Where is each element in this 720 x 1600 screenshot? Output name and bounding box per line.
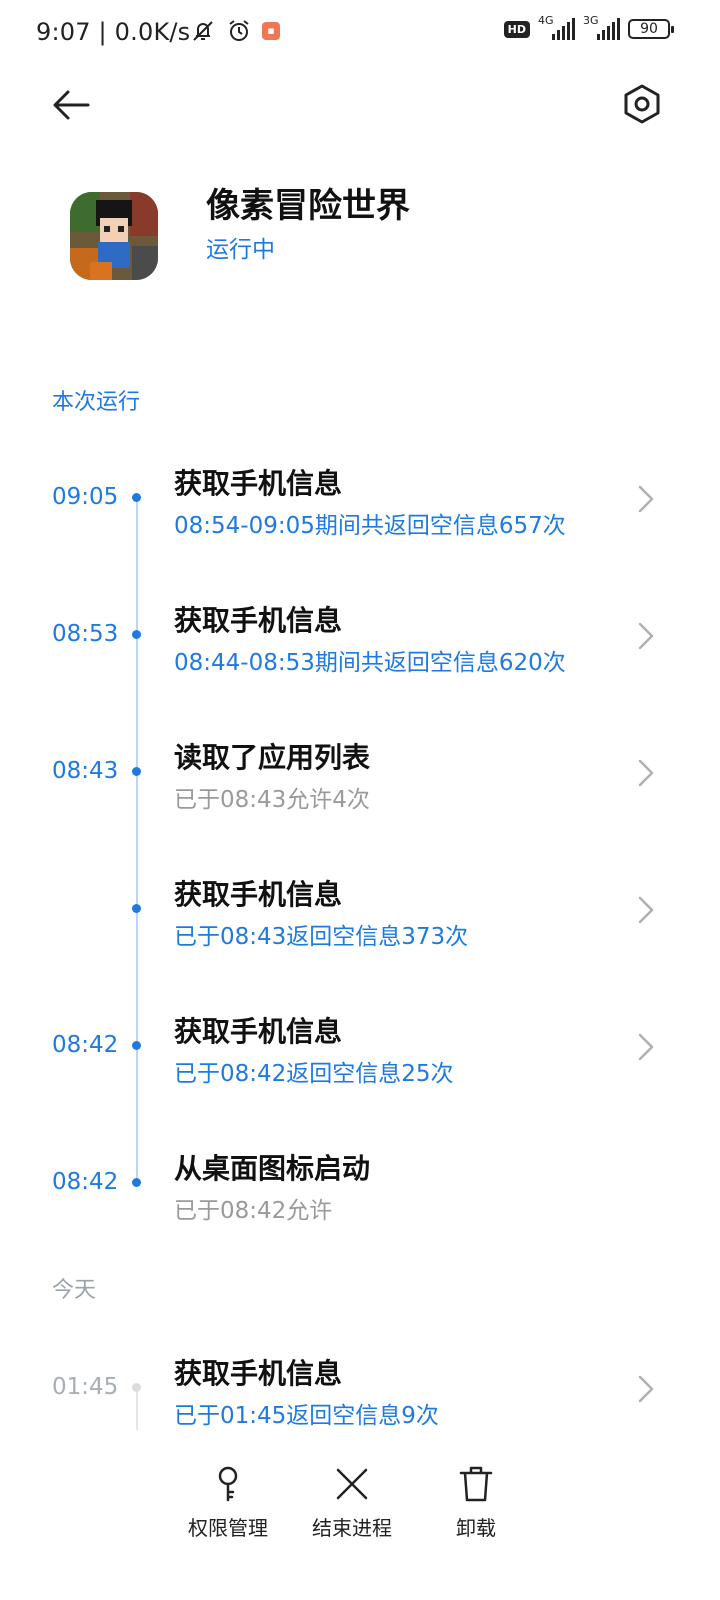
battery-level: 90: [640, 21, 658, 37]
timeline-entry[interactable]: 08:42 获取手机信息 已于08:42返回空信息25次: [0, 1010, 720, 1130]
battery-icon: 90: [628, 19, 674, 39]
bottom-action-bar: 权限管理 结束进程 卸载: [0, 1450, 720, 1600]
status-bar: 9:07 | 0.0K/s ▪ HD 4G 3G 90: [0, 0, 720, 68]
permissions-button[interactable]: 权限管理: [168, 1464, 288, 1541]
timeline-entry[interactable]: 09:05 获取手机信息 08:54-09:05期间共返回空信息657次: [0, 462, 720, 582]
entry-title: 读取了应用列表: [174, 741, 371, 774]
chevron-right-icon: [638, 759, 654, 787]
chevron-right-icon: [638, 485, 654, 513]
uninstall-label: 卸载: [456, 1516, 496, 1540]
entry-time: 08:42: [52, 1169, 119, 1195]
hd-badge: HD: [503, 20, 530, 38]
end-process-label: 结束进程: [312, 1516, 392, 1540]
chevron-right-icon: [638, 896, 654, 924]
entry-title: 获取手机信息: [174, 1357, 343, 1390]
alarm-icon: [229, 20, 249, 41]
entry-time: 08:53: [52, 621, 119, 647]
entry-subtitle: 已于08:42返回空信息25次: [174, 1061, 454, 1087]
entry-time: 09:05: [52, 484, 119, 510]
chevron-right-icon: [638, 622, 654, 650]
entry-title: 从桌面图标启动: [174, 1152, 371, 1185]
sim2-network-type: 3G: [583, 14, 599, 27]
clock-text: 9:07: [36, 18, 91, 46]
status-time: 9:07 | 0.0K/s: [36, 18, 190, 46]
entry-subtitle: 已于01:45返回空信息9次: [174, 1403, 439, 1429]
timeline-dot: [132, 1383, 141, 1392]
entry-subtitle: 已于08:43允许4次: [174, 787, 370, 813]
sim1-network-type: 4G: [538, 14, 554, 27]
arrow-left-icon[interactable]: [50, 84, 92, 126]
app-name: 像素冒险世界: [206, 186, 410, 226]
app-icon-artwork: [70, 192, 158, 280]
entry-time: 08:43: [52, 758, 119, 784]
entry-title: 获取手机信息: [174, 1015, 343, 1048]
app-icon: [70, 192, 158, 280]
uninstall-button[interactable]: 卸载: [416, 1464, 536, 1541]
status-right-icons: HD 4G 3G 90: [503, 14, 674, 40]
timeline-entry: 08:42 从桌面图标启动 已于08:42允许: [0, 1147, 720, 1267]
key-icon: [218, 1466, 238, 1502]
timeline-entry[interactable]: 获取手机信息 已于08:43返回空信息373次: [0, 873, 720, 993]
entry-subtitle: 08:44-08:53期间共返回空信息620次: [174, 650, 566, 676]
entry-time: 08:42: [52, 1032, 119, 1058]
signal-icon-sim2: 3G: [583, 14, 620, 40]
timeline-entry[interactable]: 08:53 获取手机信息 08:44-08:53期间共返回空信息620次: [0, 599, 720, 719]
status-left-icons: ▪: [190, 18, 280, 44]
section-current-run: 本次运行: [52, 390, 141, 415]
timeline-dot: [132, 493, 141, 502]
mute-icon: [193, 21, 213, 41]
timeline-entry[interactable]: 08:43 读取了应用列表 已于08:43允许4次: [0, 736, 720, 856]
hexagon-settings-icon[interactable]: [620, 82, 664, 126]
network-speed-text: 0.0K/s: [114, 18, 191, 46]
entry-subtitle: 08:54-09:05期间共返回空信息657次: [174, 513, 566, 539]
timeline-dot: [132, 904, 141, 913]
app-status: 运行中: [206, 237, 275, 263]
timeline-dot: [132, 1041, 141, 1050]
timeline-dot: [132, 767, 141, 776]
entry-time: 01:45: [52, 1374, 119, 1400]
timeline-dot: [132, 1178, 141, 1187]
taobao-notification-icon: ▪: [262, 22, 280, 40]
signal-icon-sim1: 4G: [538, 14, 575, 40]
entry-title: 获取手机信息: [174, 467, 343, 500]
end-process-button[interactable]: 结束进程: [292, 1464, 412, 1541]
entry-title: 获取手机信息: [174, 604, 343, 637]
entry-subtitle: 已于08:42允许: [174, 1198, 333, 1224]
close-icon: [336, 1468, 368, 1500]
chevron-right-icon: [638, 1033, 654, 1061]
permissions-label: 权限管理: [188, 1516, 268, 1540]
chevron-right-icon: [638, 1375, 654, 1403]
separator: |: [98, 18, 115, 46]
entry-subtitle: 已于08:43返回空信息373次: [174, 924, 469, 950]
section-today: 今天: [52, 1278, 97, 1303]
entry-title: 获取手机信息: [174, 878, 343, 911]
timeline-dot: [132, 630, 141, 639]
trash-icon: [459, 1466, 493, 1502]
